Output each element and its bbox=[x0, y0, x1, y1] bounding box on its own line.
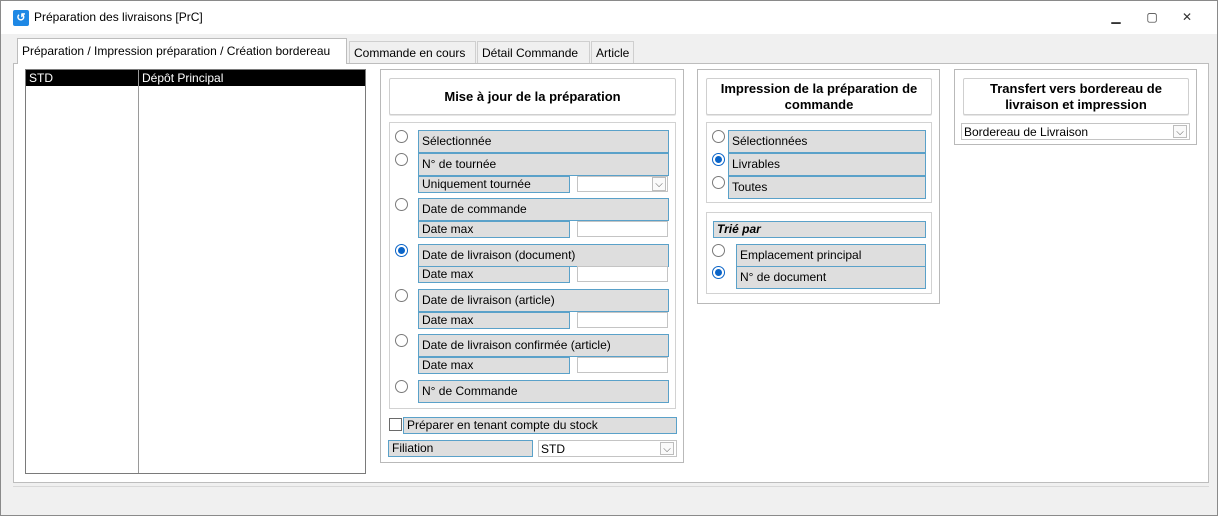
tab-article[interactable]: Article bbox=[591, 41, 634, 63]
radio-no-document[interactable] bbox=[712, 266, 725, 279]
impression-title-line1: Impression de la préparation de bbox=[720, 81, 918, 96]
date-livraison-document-label: Date de livraison (document) bbox=[418, 244, 669, 267]
bordereau-value: Bordereau de Livraison bbox=[964, 125, 1089, 139]
livrables-label: Livrables bbox=[728, 153, 926, 176]
filiation-value: STD bbox=[541, 442, 565, 456]
selectionnees-label: Sélectionnées bbox=[728, 130, 926, 153]
date-max-field[interactable] bbox=[577, 266, 668, 282]
stock-checkbox[interactable] bbox=[389, 418, 402, 431]
date-livraison-article-label: Date de livraison (article) bbox=[418, 289, 669, 312]
radio-toutes[interactable] bbox=[712, 176, 725, 189]
radio-date-livraison-confirmee[interactable] bbox=[395, 334, 408, 347]
date-max-label: Date max bbox=[418, 266, 570, 283]
date-commande-label: Date de commande bbox=[418, 198, 669, 221]
radio-date-livraison-article[interactable] bbox=[395, 289, 408, 302]
no-commande-label: N° de Commande bbox=[418, 380, 669, 403]
radio-livrables[interactable] bbox=[712, 153, 725, 166]
window-title: Préparation des livraisons [PrC] bbox=[34, 10, 203, 24]
tab-commande-en-cours[interactable]: Commande en cours bbox=[349, 41, 476, 63]
grid-column-separator bbox=[138, 70, 139, 473]
tab-detail-commande[interactable]: Détail Commande bbox=[477, 41, 590, 63]
selectionnee-label: Sélectionnée bbox=[418, 130, 669, 153]
filiation-dropdown[interactable]: STD bbox=[538, 440, 677, 457]
mise-a-jour-header: Mise à jour de la préparation bbox=[389, 78, 676, 115]
radio-no-commande[interactable] bbox=[395, 380, 408, 393]
date-max-field[interactable] bbox=[577, 312, 668, 328]
impression-header: Impression de la préparation de commande bbox=[706, 78, 932, 115]
minimize-button[interactable]: ▁ bbox=[1106, 8, 1126, 26]
toutes-label: Toutes bbox=[728, 176, 926, 199]
impression-title-line2: commande bbox=[784, 97, 854, 112]
filiation-label: Filiation bbox=[388, 440, 533, 457]
transfert-title-line1: Transfert vers bordereau de bbox=[990, 81, 1162, 96]
depot-grid[interactable] bbox=[25, 69, 366, 474]
radio-date-commande[interactable] bbox=[395, 198, 408, 211]
date-max-field[interactable] bbox=[577, 221, 668, 237]
date-max-field[interactable] bbox=[577, 357, 668, 373]
chevron-down-icon[interactable]: ⌵ bbox=[652, 177, 666, 191]
mise-a-jour-title: Mise à jour de la préparation bbox=[444, 89, 621, 104]
bordereau-dropdown[interactable]: Bordereau de Livraison bbox=[961, 123, 1190, 140]
date-max-label: Date max bbox=[418, 357, 570, 374]
uniquement-tournee-label: Uniquement tournée bbox=[418, 176, 570, 193]
radio-selectionnee[interactable] bbox=[395, 130, 408, 143]
status-bar bbox=[13, 486, 1209, 506]
transfert-title-line2: livraison et impression bbox=[1005, 97, 1147, 112]
chevron-down-icon[interactable]: ⌵ bbox=[660, 442, 674, 455]
date-livraison-confirmee-label: Date de livraison confirmée (article) bbox=[418, 334, 669, 357]
radio-selectionnees[interactable] bbox=[712, 130, 725, 143]
close-button[interactable]: ✕ bbox=[1177, 8, 1197, 26]
no-tournee-label: N° de tournée bbox=[418, 153, 669, 176]
stock-checkbox-label: Préparer en tenant compte du stock bbox=[403, 417, 677, 434]
radio-emplacement-principal[interactable] bbox=[712, 244, 725, 257]
emplacement-principal-label: Emplacement principal bbox=[736, 244, 926, 267]
date-max-label: Date max bbox=[418, 221, 570, 238]
radio-no-tournee[interactable] bbox=[395, 153, 408, 166]
chevron-down-icon[interactable]: ⌵ bbox=[1173, 125, 1187, 138]
app-icon: ↺ bbox=[13, 10, 29, 26]
depot-code-cell[interactable]: STD bbox=[29, 71, 53, 85]
maximize-button[interactable]: ▢ bbox=[1142, 8, 1162, 26]
tab-preparation[interactable]: Préparation / Impression préparation / C… bbox=[17, 38, 347, 64]
transfert-header: Transfert vers bordereau de livraison et… bbox=[963, 78, 1189, 115]
trie-par-label: Trié par bbox=[713, 221, 926, 238]
radio-date-livraison-document[interactable] bbox=[395, 244, 408, 257]
depot-name-cell[interactable]: Dépôt Principal bbox=[142, 71, 223, 85]
date-max-label: Date max bbox=[418, 312, 570, 329]
no-document-label: N° de document bbox=[736, 266, 926, 289]
